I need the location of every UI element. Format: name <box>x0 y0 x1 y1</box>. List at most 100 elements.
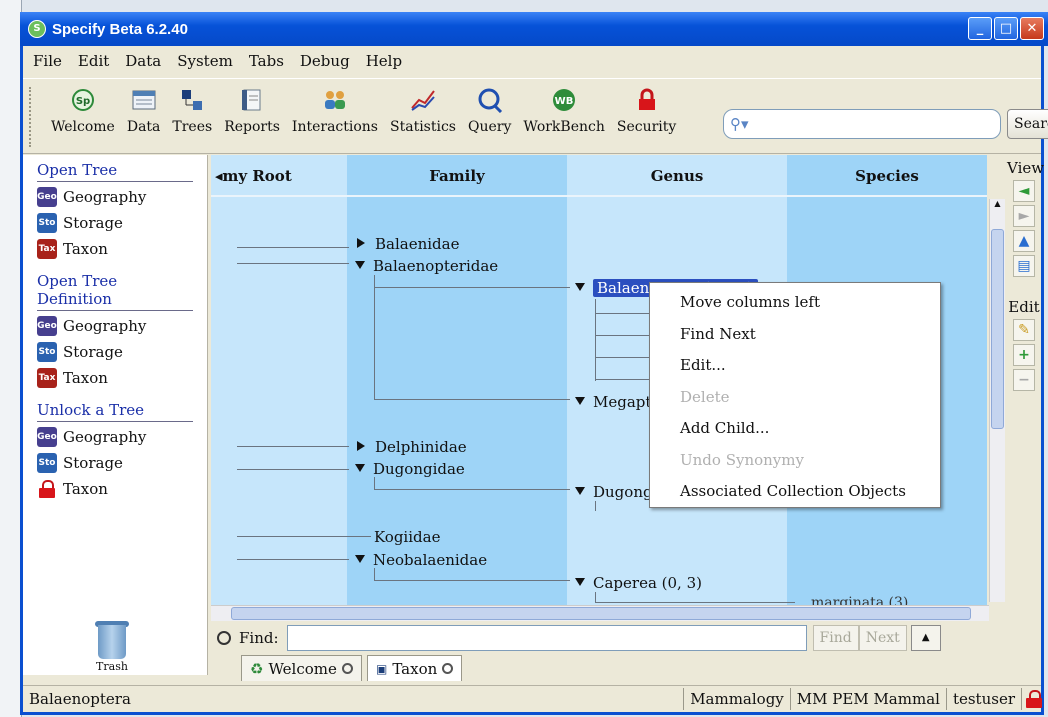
trash-icon[interactable] <box>95 621 129 663</box>
menu-item-delete: Delete <box>680 387 730 406</box>
horizontal-scroll-thumb[interactable] <box>231 607 971 620</box>
close-tab-icon[interactable] <box>341 663 353 674</box>
forward-arrow-icon[interactable]: ► <box>1013 205 1035 227</box>
tree-def-storage[interactable]: Sto Storage <box>37 341 207 363</box>
column-header-species[interactable]: Species <box>787 155 987 197</box>
search-input[interactable]: ⚲▾ <box>723 109 1001 139</box>
tree-def-geography[interactable]: Geo Geography <box>37 315 207 337</box>
find-input[interactable] <box>286 625 807 651</box>
unlock-taxon[interactable]: Taxon <box>37 478 207 500</box>
column-header-family[interactable]: Family <box>347 155 567 197</box>
taxon-icon: Tax <box>37 368 57 388</box>
unlock-storage-label: Storage <box>63 454 123 472</box>
tree-def-taxon-label: Taxon <box>63 369 108 387</box>
menu-item-find-next[interactable]: Find Next <box>650 319 940 351</box>
menu-system[interactable]: System <box>177 52 233 70</box>
menu-tabs[interactable]: Tabs <box>249 52 284 70</box>
collapse-arrow-icon[interactable] <box>355 555 365 563</box>
geography-icon: Geo <box>37 427 57 447</box>
close-button[interactable]: ✕ <box>1020 17 1044 40</box>
tree-horizontal-scrollbar[interactable] <box>211 605 989 621</box>
collapse-arrow-icon[interactable] <box>575 487 585 495</box>
toolbar-data-button[interactable]: Data <box>121 87 167 135</box>
tab-welcome-label: Welcome <box>268 659 337 678</box>
add-icon[interactable]: + <box>1013 344 1035 366</box>
tree-def-storage-label: Storage <box>63 343 123 361</box>
open-tree-taxon[interactable]: Tax Taxon <box>37 238 207 260</box>
trash-label: Trash <box>96 660 128 673</box>
toolbar-interactions-button[interactable]: Interactions <box>286 87 384 135</box>
lock-icon[interactable] <box>1021 688 1042 710</box>
menu-item-edit[interactable]: Edit... <box>650 350 940 382</box>
menu-edit[interactable]: Edit <box>78 52 109 70</box>
remove-icon[interactable]: − <box>1013 369 1035 391</box>
tab-welcome[interactable]: ♻ Welcome <box>241 655 362 681</box>
pencil-icon[interactable]: ✎ <box>1013 319 1035 341</box>
toolbar-grip[interactable] <box>29 87 35 147</box>
menu-item-add-child[interactable]: Add Child... <box>650 413 940 445</box>
expand-arrow-icon[interactable] <box>357 441 365 451</box>
column-header-genus[interactable]: Genus <box>567 155 787 197</box>
menu-item-associated-collection-objects[interactable]: Associated Collection Objects <box>650 476 940 508</box>
find-bar: Find: Find Next ▲ <box>211 624 1041 652</box>
tree-node-caperea[interactable]: Caperea (0, 3) <box>575 574 702 592</box>
find-options-arrow-icon[interactable]: ▲ <box>910 625 941 651</box>
menu-data[interactable]: Data <box>125 52 161 70</box>
find-button[interactable]: Find <box>812 625 859 651</box>
menu-file[interactable]: File <box>33 52 62 70</box>
collapse-arrow-icon[interactable] <box>575 283 585 291</box>
tree-def-taxon[interactable]: Tax Taxon <box>37 367 207 389</box>
close-tab-icon[interactable] <box>442 663 454 674</box>
open-tree-storage[interactable]: Sto Storage <box>37 212 207 234</box>
unlock-geography[interactable]: Geo Geography <box>37 426 207 448</box>
trees-icon: ▣ <box>376 661 388 676</box>
column-root: ◂my Root <box>211 155 347 605</box>
menu-debug[interactable]: Debug <box>300 52 350 70</box>
collapse-arrow-icon[interactable] <box>355 464 365 472</box>
tree-node-balaenidae[interactable]: Balaenidae <box>357 235 459 253</box>
collapse-arrow-icon[interactable] <box>355 261 365 269</box>
search-button[interactable]: Search <box>1007 109 1048 139</box>
toolbar-query-button[interactable]: Query <box>462 87 517 135</box>
background-window-fragment <box>0 0 22 717</box>
toolbar-welcome-button[interactable]: Sp Welcome <box>45 87 121 135</box>
collapse-arrow-icon[interactable]: ◂ <box>215 167 223 185</box>
collapse-arrow-icon[interactable] <box>575 397 585 405</box>
next-button[interactable]: Next <box>858 625 907 651</box>
window-title: Specify Beta 6.2.40 <box>52 20 188 38</box>
tree-node-delphinidae[interactable]: Delphinidae <box>357 438 467 456</box>
toolbar-trees-button[interactable]: Trees <box>166 87 218 135</box>
toolbar-statistics-label: Statistics <box>390 119 456 135</box>
toolbar-statistics-button[interactable]: Statistics <box>384 87 462 135</box>
toolbar-trees-label: Trees <box>172 119 213 135</box>
unlock-taxon-label: Taxon <box>63 480 108 498</box>
collapse-arrow-icon[interactable] <box>575 578 585 586</box>
toolbar-reports-button[interactable]: Reports <box>218 87 286 135</box>
up-arrow-icon[interactable]: ▲ <box>1013 230 1035 252</box>
menu-help[interactable]: Help <box>366 52 402 70</box>
column-header-root[interactable]: ◂my Root <box>211 155 347 197</box>
back-arrow-icon[interactable]: ◄ <box>1013 180 1035 202</box>
storage-icon: Sto <box>37 213 57 233</box>
tree-node-dugongidae[interactable]: Dugongidae <box>355 460 465 478</box>
minimize-button[interactable]: _ <box>968 17 992 40</box>
expand-arrow-icon[interactable] <box>357 238 365 248</box>
toolbar-query-label: Query <box>467 119 512 135</box>
unlock-storage[interactable]: Sto Storage <box>37 452 207 474</box>
tree-node-balaenopteridae[interactable]: Balaenopteridae <box>355 257 498 275</box>
tab-taxon[interactable]: ▣ Taxon <box>367 655 463 681</box>
open-tree-storage-label: Storage <box>63 214 123 232</box>
toolbar-security-button[interactable]: Security <box>611 87 682 135</box>
toolbar-workbench-button[interactable]: WB WorkBench <box>517 87 611 135</box>
maximize-button[interactable]: □ <box>994 17 1018 40</box>
welcome-icon: ♻ <box>250 659 264 678</box>
tree-node-neobalaenidae[interactable]: Neobalaenidae <box>355 551 487 569</box>
list-view-icon[interactable]: ▤ <box>1013 255 1035 277</box>
geography-icon: Geo <box>37 316 57 336</box>
menu-item-move-columns-left[interactable]: Move columns left <box>650 287 940 319</box>
tree-node-marginata[interactable]: marginata (3) <box>811 595 908 605</box>
open-tree-geography[interactable]: Geo Geography <box>37 186 207 208</box>
find-close-icon[interactable] <box>217 631 231 645</box>
tree-node-kogiidae[interactable]: Kogiidae <box>374 528 440 546</box>
title-bar[interactable]: S Specify Beta 6.2.40 _ □ ✕ <box>20 12 1048 46</box>
